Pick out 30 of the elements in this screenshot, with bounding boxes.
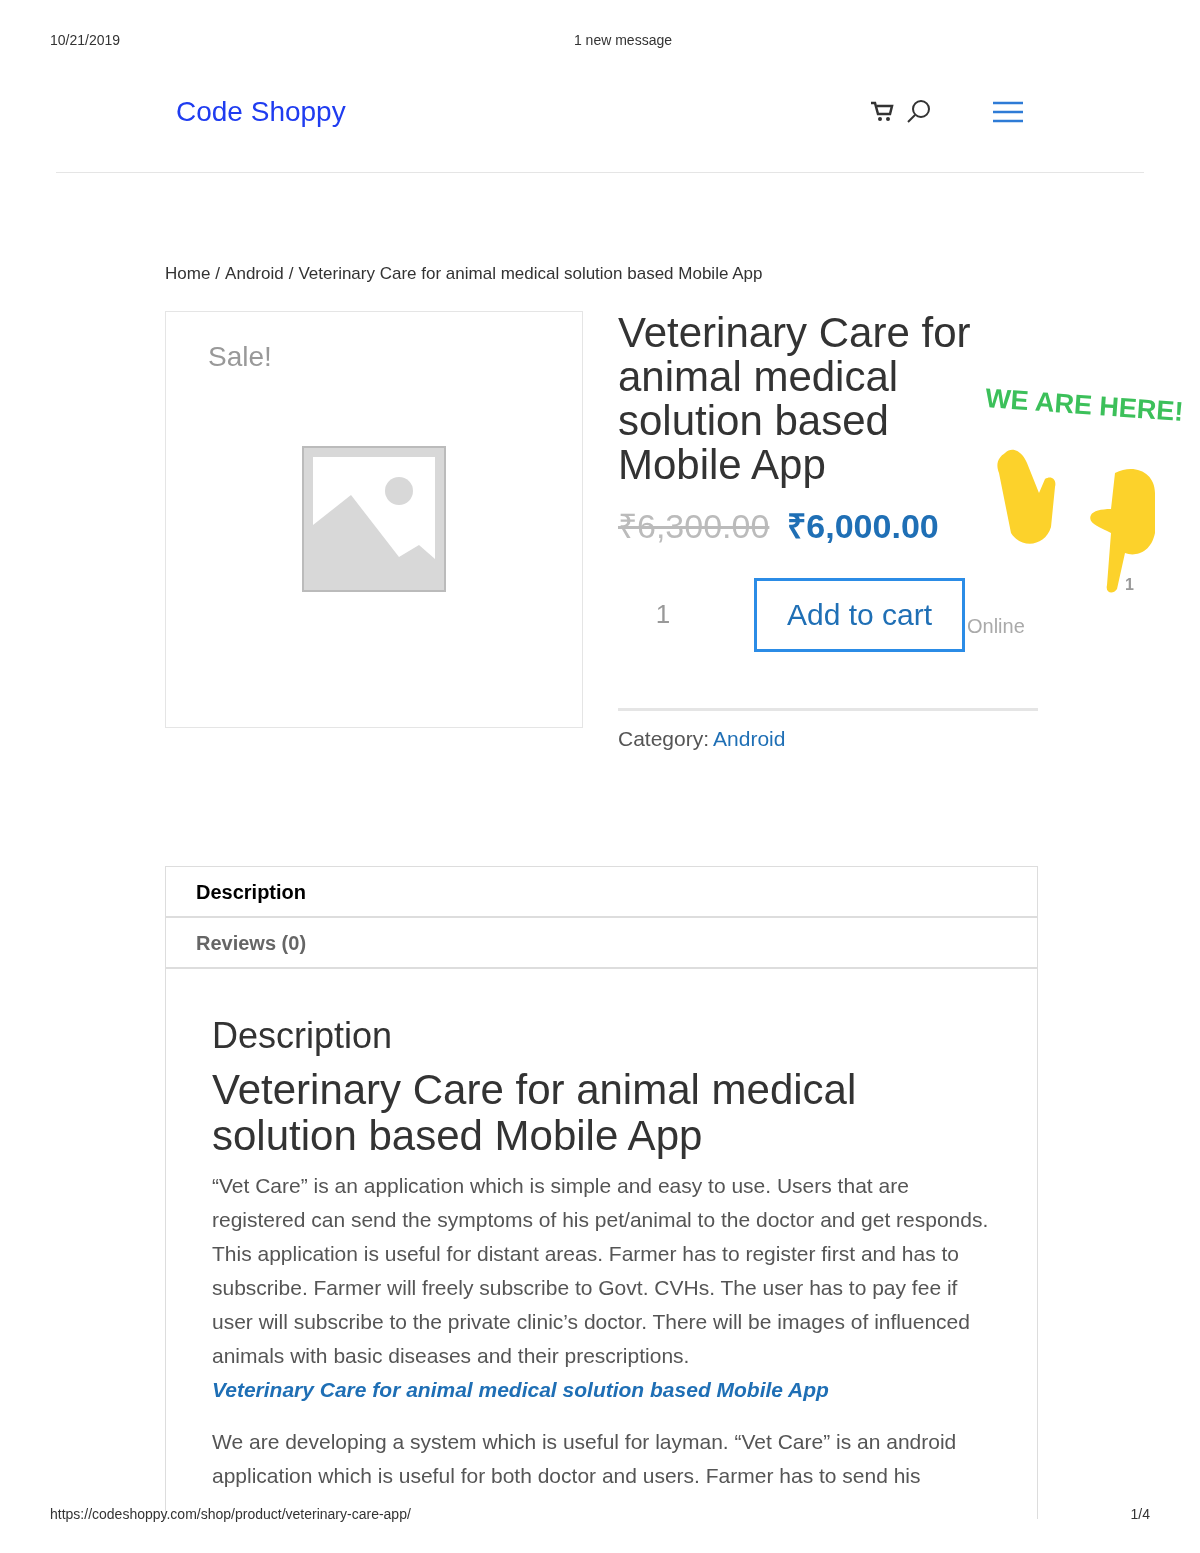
product-link[interactable]: Veterinary Care for animal medical solution based Mobile App — [212, 1378, 829, 1401]
description-paragraph: “Vet Care” is an application which is simple and easy to use. Users that are registered can send the symptoms of his pet/animal to the doctor and get responds. This application is useful for distant areas. Farmer has to register first and has to subscribe. Farmer will freely subscribe to Govt. CVHs. The user has to pay fee if user will subscribe to the private clinic’s doctor. There will be images of influenced animals with basic diseases and their prescriptions. Veterinary Care for animal medical solution based Mobile App — [212, 1173, 990, 1403]
description-heading: Description — [212, 1014, 394, 1058]
category-link[interactable]: Android — [713, 722, 786, 754]
breadcrumb-link[interactable]: Android — [225, 261, 284, 287]
tab[interactable]: Description — [166, 867, 1037, 918]
search-icon[interactable] — [906, 98, 932, 125]
tab[interactable]: Reviews (0) — [166, 918, 1037, 969]
breadcrumb-separator: / — [288, 263, 294, 285]
breadcrumb-separator: / — [215, 263, 221, 285]
product-title: Veterinary Care for animal medical solution based Mobile App — [618, 310, 972, 487]
menu-icon[interactable] — [992, 100, 1024, 123]
breadcrumb-link[interactable]: Home — [165, 261, 211, 287]
page-number: 1/4 — [1130, 1505, 1150, 1524]
description-title: Veterinary Care for animal medical solution based Mobile App — [212, 1067, 858, 1159]
image-placeholder-icon — [301, 445, 447, 593]
sale-price: ₹6,000.00 — [787, 505, 939, 547]
sale-label: Sale! — [208, 339, 272, 374]
add-to-cart-button[interactable]: Add to cart — [754, 577, 966, 652]
site-logo[interactable]: Code Shoppy — [176, 90, 346, 133]
message-count: 1 — [1125, 575, 1134, 595]
print-date: 10/21/2019 — [50, 31, 121, 50]
old-price: ₹6,300.00 — [618, 505, 770, 547]
breadcrumb-link[interactable]: Veterinary Care for animal medical solution based Mobile App — [298, 261, 763, 287]
cart-icon[interactable] — [870, 100, 894, 123]
print-url: https://codeshoppy.com/shop/product/veterinary-care-app/ — [50, 1505, 411, 1524]
print-title: 1 new message — [573, 31, 672, 50]
chat-status: Online — [967, 614, 1025, 639]
description-paragraph: We are developing a system which is useful for layman. “Vet Care” is an android application which is useful for both doctor and users. Farmer has to send his — [212, 1429, 958, 1489]
category-label: Category: — [618, 725, 710, 752]
